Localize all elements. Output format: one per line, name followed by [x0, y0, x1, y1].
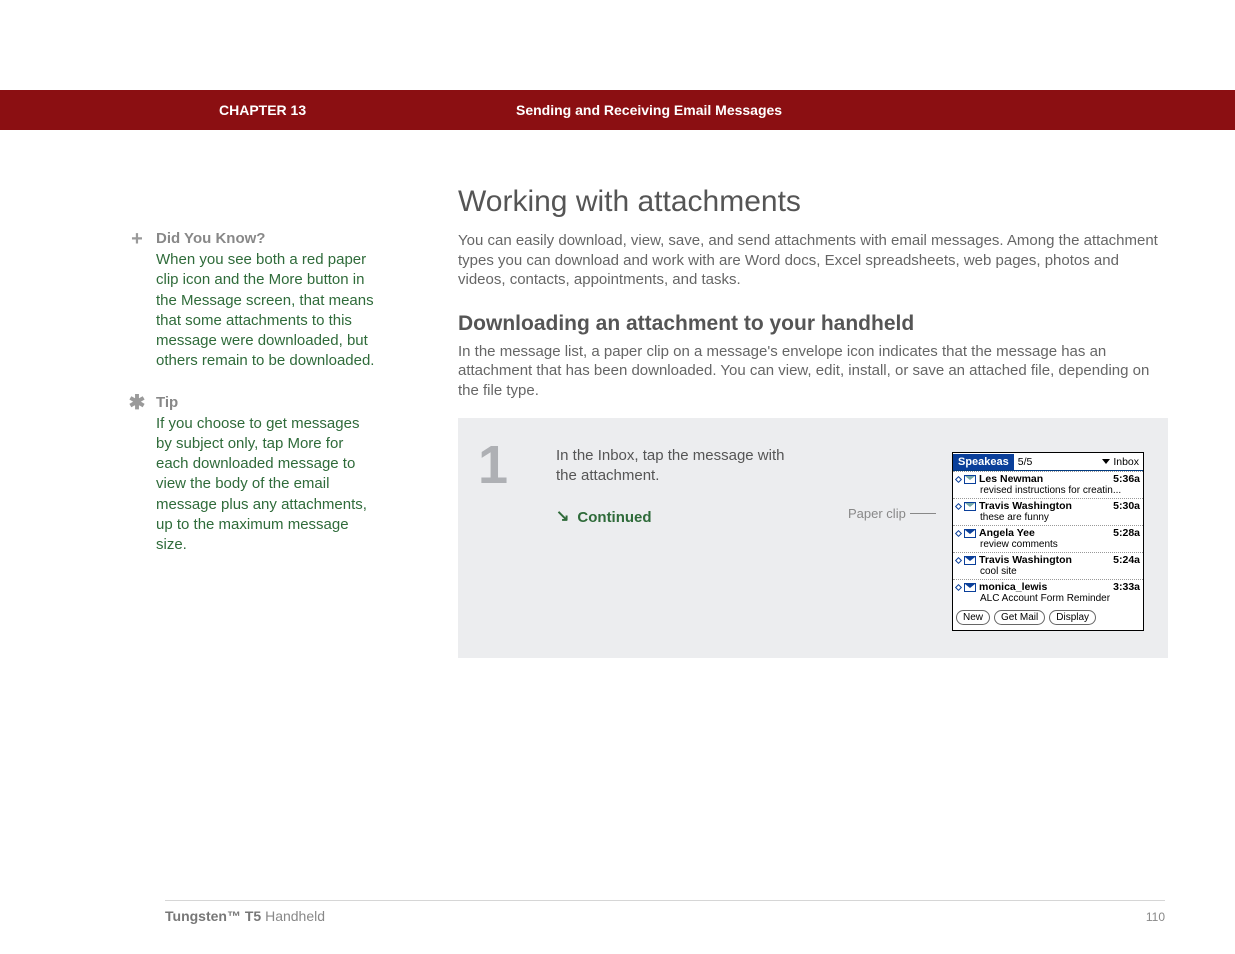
- app-name[interactable]: Speakeas: [953, 454, 1014, 470]
- message-count: 5/5: [1014, 456, 1037, 468]
- unread-indicator-icon: [955, 502, 962, 509]
- message-sender: Angela Yee: [979, 527, 1110, 539]
- sidebar: + Did You Know? When you see both a red …: [128, 230, 378, 577]
- footer-rule: [165, 900, 1165, 901]
- message-time: 5:24a: [1113, 554, 1140, 566]
- chapter-header: CHAPTER 13 Sending and Receiving Email M…: [0, 90, 1235, 130]
- message-subject: revised instructions for creatin...: [956, 485, 1140, 496]
- envelope-icon: [964, 529, 976, 538]
- section-desc: In the message list, a paper clip on a m…: [458, 342, 1168, 401]
- message-subject: review comments: [956, 539, 1140, 550]
- footer-product: Tungsten™ T5 Handheld: [165, 908, 325, 924]
- step-instruction: In the Inbox, tap the message with the a…: [556, 446, 796, 485]
- section-heading: Downloading an attachment to your handhe…: [458, 312, 1168, 336]
- new-button[interactable]: New: [956, 610, 990, 625]
- tip-label: Tip: [156, 394, 178, 411]
- message-row[interactable]: Travis Washington 5:24a cool site: [953, 552, 1143, 579]
- display-button[interactable]: Display: [1049, 610, 1096, 625]
- message-row[interactable]: monica_lewis 3:33a ALC Account Form Remi…: [953, 579, 1143, 606]
- envelope-icon: [964, 556, 976, 565]
- continued-label: Continued: [577, 508, 651, 528]
- message-time: 5:28a: [1113, 527, 1140, 539]
- message-time: 3:33a: [1113, 581, 1140, 593]
- folder-dropdown[interactable]: Inbox: [1098, 456, 1143, 468]
- message-sender: Les Newman: [979, 473, 1110, 485]
- envelope-icon: [964, 583, 976, 592]
- tip-body: If you choose to get messages by subject…: [128, 414, 378, 556]
- message-row[interactable]: Angela Yee 5:28a review comments: [953, 525, 1143, 552]
- step-text-col: In the Inbox, tap the message with the a…: [556, 438, 796, 632]
- footer-product-rest: Handheld: [261, 908, 325, 924]
- chevron-down-icon: [1102, 459, 1110, 464]
- message-subject: these are funny: [956, 512, 1140, 523]
- continued-arrow-icon: ↘: [556, 507, 569, 528]
- device-titlebar: Speakeas 5/5 Inbox: [953, 453, 1143, 471]
- plus-icon: +: [128, 230, 146, 248]
- tip-heading: ✱ Tip: [128, 394, 378, 412]
- unread-indicator-icon: [955, 529, 962, 536]
- chapter-label: CHAPTER 13: [219, 102, 306, 118]
- intro-paragraph: You can easily download, view, save, and…: [458, 231, 1168, 290]
- dyk-label: Did You Know?: [156, 230, 265, 247]
- step-number: 1: [478, 438, 528, 632]
- did-you-know-block: + Did You Know? When you see both a red …: [128, 230, 378, 372]
- unread-indicator-icon: [955, 475, 962, 482]
- step-box: 1 In the Inbox, tap the message with the…: [458, 418, 1168, 658]
- chapter-title: Sending and Receiving Email Messages: [516, 102, 782, 118]
- page-number: 110: [1146, 910, 1165, 924]
- unread-indicator-icon: [955, 583, 962, 590]
- asterisk-icon: ✱: [128, 394, 146, 412]
- get-mail-button[interactable]: Get Mail: [994, 610, 1045, 625]
- message-time: 5:30a: [1113, 500, 1140, 512]
- page-title: Working with attachments: [458, 185, 1168, 219]
- folder-label: Inbox: [1113, 456, 1139, 468]
- envelope-attachment-icon: [964, 475, 976, 484]
- message-subject: ALC Account Form Reminder: [956, 593, 1140, 604]
- message-time: 5:36a: [1113, 473, 1140, 485]
- main-content: Working with attachments You can easily …: [458, 185, 1168, 658]
- tip-block: ✱ Tip If you choose to get messages by s…: [128, 394, 378, 556]
- message-sender: Travis Washington: [979, 554, 1110, 566]
- envelope-attachment-icon: [964, 502, 976, 511]
- continued-indicator: ↘ Continued: [556, 507, 796, 528]
- unread-indicator-icon: [955, 556, 962, 563]
- paper-clip-callout: Paper clip: [848, 506, 906, 521]
- message-row[interactable]: Travis Washington 5:30a these are funny: [953, 498, 1143, 525]
- callout-leader-line: [910, 513, 936, 514]
- dyk-heading: + Did You Know?: [128, 230, 378, 248]
- message-row[interactable]: Les Newman 5:36a revised instructions fo…: [953, 471, 1143, 498]
- handheld-screenshot: Speakeas 5/5 Inbox Les Newman 5:36a revi…: [952, 452, 1144, 631]
- device-button-bar: New Get Mail Display: [953, 606, 1143, 630]
- dyk-body: When you see both a red paper clip icon …: [128, 250, 378, 372]
- footer-product-bold: Tungsten™ T5: [165, 908, 261, 924]
- message-sender: monica_lewis: [979, 581, 1110, 593]
- message-subject: cool site: [956, 566, 1140, 577]
- message-sender: Travis Washington: [979, 500, 1110, 512]
